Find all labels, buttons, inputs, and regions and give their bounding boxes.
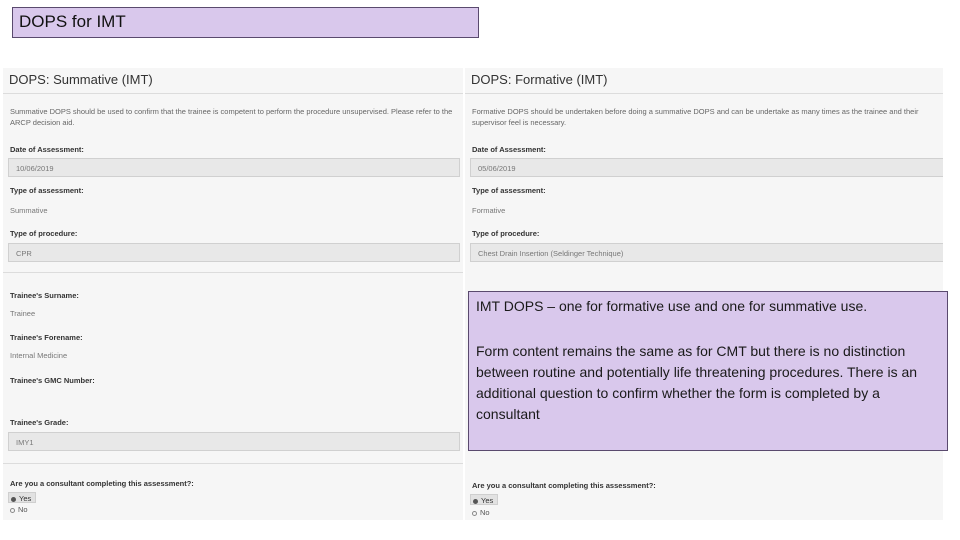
type-label: Type of assessment: [472,186,546,195]
no-radio[interactable]: No [472,508,490,517]
date-field[interactable]: 05/06/2019 [470,158,943,177]
date-label: Date of Assessment: [472,145,546,154]
no-radio[interactable]: No [10,505,28,514]
type-value: Formative [472,206,506,215]
forename-value: Internal Medicine [10,351,68,360]
summative-form-panel: DOPS: Summative (IMT) Summative DOPS sho… [3,68,463,520]
date-field[interactable]: 10/06/2019 [8,158,460,177]
type-label: Type of assessment: [10,186,84,195]
procedure-select[interactable]: Chest Drain Insertion (Seldinger Techniq… [470,243,943,262]
consultant-question-label: Are you a consultant completing this ass… [472,481,656,490]
procedure-label: Type of procedure: [10,229,78,238]
section-divider [3,272,463,273]
type-value: Summative [10,206,48,215]
grade-field[interactable]: IMY1 [8,432,460,451]
yes-radio[interactable]: Yes [470,494,499,505]
yes-radio[interactable]: Yes [8,492,37,503]
procedure-label: Type of procedure: [472,229,540,238]
gmc-number-label: Trainee's GMC Number: [10,376,95,385]
radio-selected-icon [473,498,478,504]
consultant-question-label: Are you a consultant completing this ass… [10,479,194,488]
callout-body: Form content remains the same as for CMT… [476,343,918,422]
yes-label: Yes [481,496,494,505]
radio-unselected-icon [10,507,15,513]
section-divider [3,463,463,464]
info-callout: IMT DOPS – one for formative use and one… [468,291,948,451]
formative-form-title: DOPS: Formative (IMT) [471,72,608,87]
surname-label: Trainee's Surname: [10,291,79,300]
forename-label: Trainee's Forename: [10,333,83,342]
title-divider [465,93,943,94]
callout-heading: IMT DOPS – one for formative use and one… [476,298,868,314]
procedure-select[interactable]: CPR [8,243,460,262]
no-label: No [480,508,490,517]
grade-label: Trainee's Grade: [10,418,69,427]
slide-title: DOPS for IMT [19,12,126,31]
slide-title-box: DOPS for IMT [12,7,479,38]
summative-form-title: DOPS: Summative (IMT) [9,72,153,87]
summative-description: Summative DOPS should be used to confirm… [10,107,453,127]
radio-unselected-icon [472,510,477,516]
title-divider [3,93,463,94]
radio-selected-icon [11,496,16,502]
yes-label: Yes [19,494,32,503]
surname-value: Trainee [10,309,36,318]
no-label: No [18,505,28,514]
date-label: Date of Assessment: [10,145,84,154]
formative-description: Formative DOPS should be undertaken befo… [472,107,919,127]
